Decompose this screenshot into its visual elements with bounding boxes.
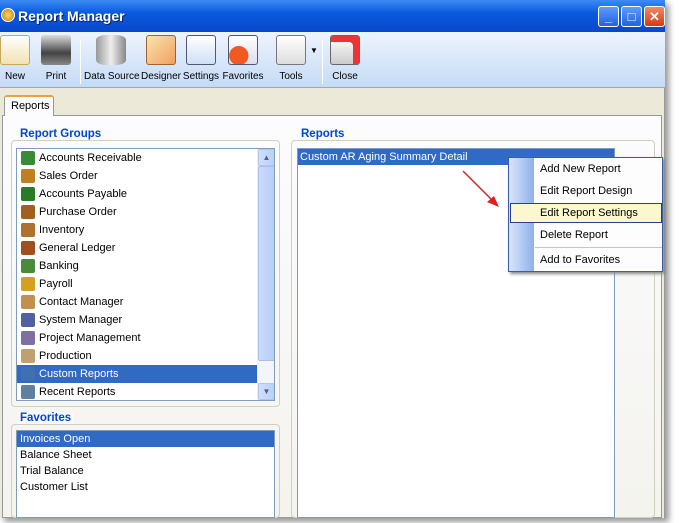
favorite-item[interactable]: Balance Sheet	[17, 447, 274, 463]
report-group-item[interactable]: Custom Reports	[17, 365, 257, 383]
report-group-icon	[21, 187, 35, 201]
new-button[interactable]: New	[0, 32, 30, 88]
settings-label: Settings	[182, 71, 220, 82]
menu-item-add-new-report[interactable]: Add New Report	[510, 159, 662, 179]
report-group-label: System Manager	[39, 314, 123, 326]
report-group-icon	[21, 277, 35, 291]
print-button[interactable]: Print	[38, 32, 74, 88]
favorites-title: Favorites	[17, 412, 75, 424]
report-group-item[interactable]: Accounts Receivable	[17, 149, 274, 167]
favorites-button[interactable]: Favorites	[222, 32, 264, 88]
report-group-label: Contact Manager	[39, 296, 124, 308]
toolbar: New Print Data Source Designer Settings …	[0, 32, 665, 88]
report-group-label: Production	[39, 350, 92, 362]
report-group-icon	[21, 205, 35, 219]
favorite-item[interactable]: Trial Balance	[17, 463, 274, 479]
report-group-item[interactable]: Sales Order	[17, 167, 274, 185]
report-group-item[interactable]: System Manager	[17, 311, 274, 329]
close-button[interactable]: Close	[328, 32, 362, 88]
toolbar-separator	[80, 40, 81, 84]
window-title: Report Manager	[18, 8, 125, 24]
reports-title: Reports	[298, 128, 348, 140]
scroll-down-button[interactable]: ▼	[258, 383, 274, 400]
print-label: Print	[45, 71, 67, 82]
close-label: Close	[332, 71, 358, 82]
favorite-item[interactable]: Invoices Open	[17, 431, 274, 447]
report-group-item[interactable]: General Ledger	[17, 239, 274, 257]
menu-item-edit-report-settings[interactable]: Edit Report Settings	[510, 203, 662, 223]
settings-icon	[186, 35, 216, 65]
report-group-label: General Ledger	[39, 242, 116, 254]
tab-reports[interactable]: Reports	[4, 95, 54, 116]
tools-button[interactable]: Tools	[270, 32, 312, 88]
tools-label: Tools	[279, 71, 303, 82]
favorites-icon	[228, 35, 258, 65]
report-groups-scrollbar[interactable]: ▲ ▼	[257, 149, 274, 400]
report-group-item[interactable]: Payroll	[17, 275, 274, 293]
data-source-label: Data Source	[84, 71, 140, 82]
menu-item-delete-report[interactable]: Delete Report	[510, 225, 662, 245]
scroll-up-button[interactable]: ▲	[258, 149, 274, 166]
favorite-item[interactable]: Customer List	[17, 479, 274, 495]
data-source-button[interactable]: Data Source	[84, 32, 140, 88]
app-logo-icon	[1, 8, 15, 22]
scroll-thumb[interactable]	[258, 166, 274, 361]
toolbar-separator	[322, 40, 323, 84]
settings-button[interactable]: Settings	[182, 32, 220, 88]
red-arrow-annotation	[462, 170, 499, 207]
report-group-item[interactable]: Inventory	[17, 221, 274, 239]
menu-separator	[535, 247, 662, 248]
context-menu: Add New Report Edit Report Design Edit R…	[508, 157, 663, 272]
report-groups-list[interactable]: Accounts Receivable Sales Order Accounts P…	[16, 148, 275, 401]
designer-button[interactable]: Designer	[140, 32, 182, 88]
close-window-button[interactable]: ✕	[644, 6, 665, 27]
report-group-item[interactable]: Contact Manager	[17, 293, 274, 311]
report-group-item[interactable]: Production	[17, 347, 274, 365]
report-group-icon	[21, 295, 35, 309]
report-group-label: Inventory	[39, 224, 85, 236]
report-group-item[interactable]: Recent Reports	[17, 383, 274, 400]
report-group-label: Accounts Receivable	[39, 152, 142, 164]
report-group-label: Accounts Payable	[39, 188, 128, 200]
report-group-item[interactable]: Banking	[17, 257, 274, 275]
report-group-icon	[21, 349, 35, 363]
report-group-item[interactable]: Accounts Payable	[17, 185, 274, 203]
designer-label: Designer	[140, 71, 182, 82]
report-group-item[interactable]: Purchase Order	[17, 203, 274, 221]
tools-dropdown-arrow-icon[interactable]: ▼	[310, 46, 318, 55]
report-group-icon	[21, 223, 35, 237]
report-group-label: Purchase Order	[39, 206, 117, 218]
report-group-label: Recent Reports	[39, 386, 116, 398]
report-group-label: Sales Order	[39, 170, 98, 182]
menu-item-add-to-favorites[interactable]: Add to Favorites	[510, 250, 662, 270]
title-bar[interactable]: Report Manager _ □ ✕	[0, 0, 665, 32]
close-report-icon	[330, 35, 360, 65]
new-report-icon	[0, 35, 30, 65]
maximize-button[interactable]: □	[621, 6, 642, 27]
report-group-icon	[21, 151, 35, 165]
report-group-icon	[21, 241, 35, 255]
report-group-icon	[21, 169, 35, 183]
favorites-label: Favorites	[222, 71, 264, 82]
report-manager-window: Report Manager _ □ ✕ New Print Data Sour…	[0, 0, 665, 518]
menu-item-edit-report-design[interactable]: Edit Report Design	[510, 181, 662, 201]
report-group-label: Project Management	[39, 332, 141, 344]
database-icon	[96, 35, 126, 65]
new-label: New	[4, 71, 25, 82]
report-group-label: Banking	[39, 260, 79, 272]
printer-icon	[41, 35, 71, 65]
tools-icon	[276, 35, 306, 65]
favorites-list[interactable]: Invoices Open Balance Sheet Trial Balance C…	[16, 430, 275, 518]
designer-icon	[146, 35, 176, 65]
report-group-icon	[21, 331, 35, 345]
report-group-icon	[21, 259, 35, 273]
report-group-label: Payroll	[39, 278, 73, 290]
report-group-label: Custom Reports	[39, 368, 119, 380]
report-group-icon	[21, 367, 35, 381]
report-group-icon	[21, 385, 35, 399]
report-group-item[interactable]: Project Management	[17, 329, 274, 347]
report-groups-title: Report Groups	[17, 128, 105, 140]
report-group-icon	[21, 313, 35, 327]
minimize-button[interactable]: _	[598, 6, 619, 27]
